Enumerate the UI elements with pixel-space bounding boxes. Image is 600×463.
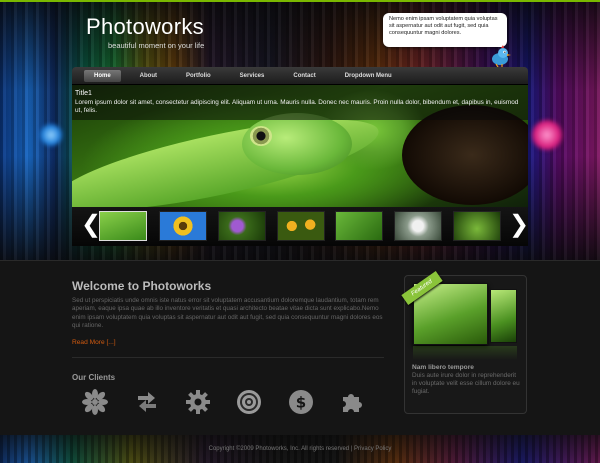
next-arrow-icon[interactable]: ❯ [509, 213, 528, 237]
bokeh-light-pink [532, 120, 562, 150]
featured-title: Nam libero tempore [412, 364, 474, 371]
section-divider [72, 357, 384, 358]
thumbnail-white-flower[interactable] [394, 211, 442, 241]
thumbnail-sunflowers[interactable] [277, 211, 325, 241]
site-logo[interactable]: Photoworks beautiful moment on your life [86, 14, 204, 50]
hero-dark-leaf [402, 105, 528, 205]
svg-text:$: $ [296, 394, 306, 412]
logo-tagline: beautiful moment on your life [108, 41, 205, 50]
slider-caption: Title1 Lorem ipsum dolor sit amet, conse… [72, 85, 528, 120]
asterisk-icon[interactable] [82, 389, 108, 415]
logo-title: Photoworks [86, 14, 204, 39]
main-navigation: Home About Portfolio Services Contact Dr… [72, 67, 528, 85]
nav-dropdown-menu[interactable]: Dropdown Menu [335, 70, 402, 82]
thumbnail-sunflower[interactable] [159, 211, 207, 241]
nav-contact[interactable]: Contact [283, 70, 325, 82]
target-icon[interactable] [236, 389, 262, 415]
welcome-title: Welcome to Photoworks [72, 279, 212, 293]
thumbnail-green-plant[interactable] [453, 211, 501, 241]
image-slider: Title1 Lorem ipsum dolor sit amet, conse… [72, 85, 528, 246]
dollar-icon[interactable]: $ [288, 389, 314, 415]
caption-text: Lorem ipsum dolor sit amet, consectetur … [75, 99, 519, 114]
gear-icon[interactable] [185, 389, 211, 415]
thumbnail-purple-flower[interactable] [218, 211, 266, 241]
thumbnail-frog[interactable] [99, 211, 147, 241]
read-more-link[interactable]: Read More [...] [72, 339, 116, 346]
hero-frog-eye [250, 126, 272, 146]
privacy-policy-link[interactable]: Privacy Policy [354, 446, 391, 452]
bokeh-light-blue [40, 124, 62, 146]
bird-mascot-icon [492, 45, 511, 67]
footer-separator: | [350, 446, 353, 452]
speech-bubble: Nemo enim ipsam voluptatem quia voluptas… [383, 13, 507, 47]
refresh-arrows-icon[interactable] [134, 389, 160, 415]
welcome-text: Sed ut perspiciatis unde omnis iste natu… [72, 297, 383, 330]
featured-reflection [413, 346, 517, 360]
top-accent-line [0, 0, 600, 2]
nav-portfolio[interactable]: Portfolio [176, 70, 221, 82]
footer-copyright: Copyright ©2009 Photoworks, Inc. All rig… [208, 446, 350, 452]
featured-image-side[interactable] [490, 289, 517, 343]
puzzle-icon[interactable] [338, 389, 364, 415]
nav-home[interactable]: Home [84, 69, 121, 82]
thumbnail-leaves[interactable] [335, 211, 383, 241]
footer-text: Copyright ©2009 Photoworks, Inc. All rig… [0, 446, 600, 452]
thumbnail-strip: ❮ ❯ [72, 207, 528, 246]
clients-title: Our Clients [72, 373, 116, 382]
nav-services[interactable]: Services [230, 70, 275, 82]
featured-text: Duis aute irure dolor in reprehenderit i… [412, 372, 520, 396]
nav-about[interactable]: About [130, 70, 167, 82]
caption-title: Title1 [75, 90, 92, 97]
